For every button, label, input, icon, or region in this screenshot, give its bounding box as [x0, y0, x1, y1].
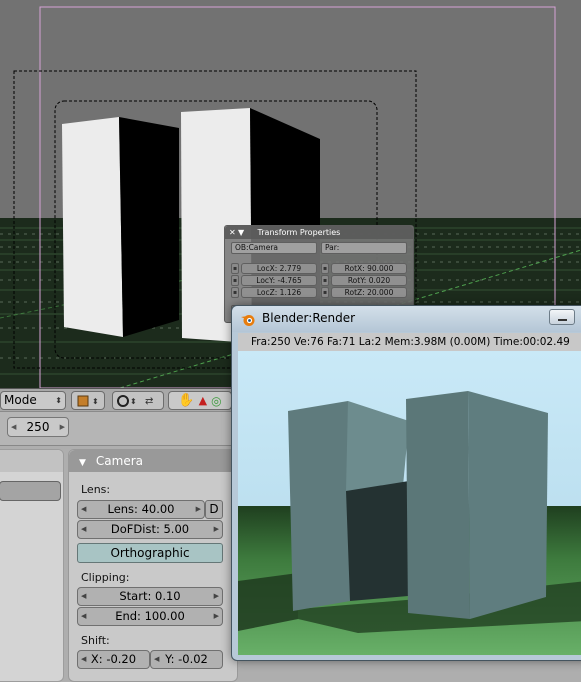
- increment-arrow-icon[interactable]: ▶: [60, 418, 65, 436]
- rot-z-field[interactable]: RotZ: 20.000: [331, 287, 407, 298]
- clip-end-value: End: 100.00: [115, 609, 185, 623]
- svg-text:⇄: ⇄: [145, 396, 153, 407]
- parent-field[interactable]: Par:: [321, 242, 407, 254]
- camera-panel-title: Camera: [95, 454, 144, 468]
- current-frame-field[interactable]: ◀ 250 ▶: [7, 417, 69, 437]
- lock-icon[interactable]: ▪: [321, 275, 329, 286]
- lens-value: Lens: 40.00: [107, 502, 175, 516]
- collapse-triangle-icon[interactable]: ▼: [79, 458, 86, 468]
- hand-icon[interactable]: ✋: [178, 393, 194, 408]
- transform-panel-header[interactable]: ✕ ▼ Transform Properties: [225, 226, 413, 239]
- decrement-arrow-icon[interactable]: ◀: [154, 651, 159, 668]
- mode-label: Mode: [4, 393, 37, 407]
- decrement-arrow-icon[interactable]: ◀: [81, 651, 86, 668]
- shift-y-value: Y: -0.02: [165, 652, 208, 666]
- increment-arrow-icon[interactable]: ▶: [214, 588, 219, 605]
- blender-logo-icon: [241, 315, 255, 326]
- shift-x-value: X: -0.20: [90, 652, 137, 666]
- increment-arrow-icon[interactable]: ▶: [214, 521, 219, 538]
- object-name-field[interactable]: OB:Camera: [231, 242, 317, 254]
- dof-distance-value: DoFDist: 5.00: [110, 522, 190, 536]
- camera-panel: ▼ Camera Lens: ◀ Lens: 40.00 ▶ D ◀ DoFDis…: [68, 449, 238, 682]
- clipping-label: Clipping:: [81, 571, 130, 584]
- translate-icon[interactable]: ▲: [199, 394, 207, 407]
- lock-icon[interactable]: ▪: [231, 287, 239, 298]
- left-panel: [0, 449, 64, 682]
- render-stats: Fra:250 Ve:76 Fa:71 La:2 Mem:3.98M (0.00…: [238, 333, 581, 351]
- render-image: [238, 351, 581, 655]
- lock-icon[interactable]: ▪: [231, 275, 239, 286]
- svg-text:⬍: ⬍: [92, 397, 99, 406]
- collapse-triangle-icon[interactable]: ▼: [238, 226, 247, 239]
- render-building-right: [406, 391, 470, 619]
- loc-x-field[interactable]: LocX: 2.779: [241, 263, 317, 274]
- lens-degrees-toggle[interactable]: D: [205, 500, 223, 519]
- increment-arrow-icon[interactable]: ▶: [196, 501, 201, 518]
- decrement-arrow-icon[interactable]: ◀: [81, 501, 86, 518]
- left-panel-field[interactable]: [0, 481, 61, 501]
- current-frame-value: 250: [26, 420, 50, 434]
- pivot-transform-group[interactable]: ⬍ ⇄: [112, 391, 164, 410]
- lens-field[interactable]: ◀ Lens: 40.00 ▶: [77, 500, 205, 519]
- manipulator-group[interactable]: ✋ ▲ ◎: [168, 391, 232, 410]
- render-window-title: Blender:Render: [262, 311, 356, 325]
- render-window[interactable]: Blender:Render Fra:250 Ve:76 Fa:71 La:2 …: [231, 305, 581, 661]
- minimize-button[interactable]: [549, 309, 575, 325]
- building-left: [62, 117, 179, 337]
- render-building-left: [288, 401, 350, 611]
- updown-arrows-icon: ⬍: [55, 396, 62, 405]
- increment-arrow-icon[interactable]: ▶: [214, 608, 219, 625]
- pivot-icon: ⬍ ⇄: [117, 395, 153, 407]
- shift-label: Shift:: [81, 634, 110, 647]
- rot-y-field[interactable]: RotY: 0.020: [331, 275, 407, 286]
- clip-start-field[interactable]: ◀ Start: 0.10 ▶: [77, 587, 223, 606]
- left-panel-header[interactable]: [0, 450, 63, 472]
- rot-x-field[interactable]: RotX: 90.000: [331, 263, 407, 274]
- decrement-arrow-icon[interactable]: ◀: [81, 588, 86, 605]
- mode-select[interactable]: Mode ⬍: [0, 391, 66, 410]
- shift-y-field[interactable]: ◀ Y: -0.02: [150, 650, 223, 669]
- decrement-arrow-icon[interactable]: ◀: [11, 418, 16, 436]
- shading-icon: ⬍: [77, 395, 99, 407]
- loc-z-field[interactable]: LocZ: 1.126: [241, 287, 317, 298]
- clip-start-value: Start: 0.10: [119, 589, 181, 603]
- decrement-arrow-icon[interactable]: ◀: [81, 608, 86, 625]
- lock-icon[interactable]: ▪: [321, 287, 329, 298]
- camera-panel-header[interactable]: ▼ Camera: [69, 450, 237, 472]
- transform-panel-title: Transform Properties: [257, 228, 341, 237]
- dof-distance-field[interactable]: ◀ DoFDist: 5.00 ▶: [77, 520, 223, 539]
- close-icon[interactable]: ✕: [229, 226, 238, 239]
- rotate-icon[interactable]: ◎: [211, 394, 221, 408]
- clip-end-field[interactable]: ◀ End: 100.00 ▶: [77, 607, 223, 626]
- shift-x-field[interactable]: ◀ X: -0.20: [77, 650, 150, 669]
- render-titlebar[interactable]: Blender:Render: [232, 306, 581, 332]
- lens-label: Lens:: [81, 483, 111, 496]
- orthographic-toggle[interactable]: Orthographic: [77, 543, 223, 563]
- svg-text:⬍: ⬍: [130, 397, 137, 406]
- lock-icon[interactable]: ▪: [231, 263, 239, 274]
- decrement-arrow-icon[interactable]: ◀: [81, 521, 86, 538]
- loc-y-field[interactable]: LocY: -4.765: [241, 275, 317, 286]
- render-scene: [238, 351, 581, 655]
- draw-type-button[interactable]: ⬍: [71, 391, 105, 410]
- lock-icon[interactable]: ▪: [321, 263, 329, 274]
